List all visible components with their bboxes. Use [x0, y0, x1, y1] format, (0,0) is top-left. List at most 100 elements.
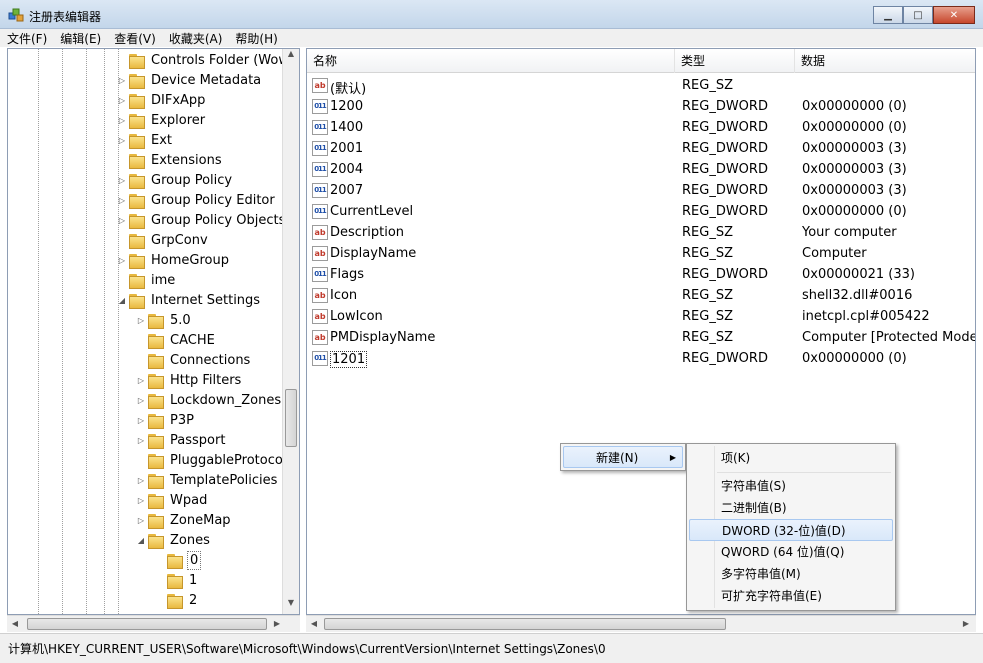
tree-item[interactable]: ▷ Ext	[116, 130, 174, 150]
tree-hscroll-thumb[interactable]	[27, 618, 267, 630]
list-row[interactable]: 011 2001 REG_DWORD 0x00000003 (3)	[307, 138, 975, 159]
expand-icon[interactable]: ▷	[116, 96, 128, 105]
menu-item-new[interactable]: 新建(N) ▶	[563, 446, 683, 468]
tree-item[interactable]: ▷ DIFxApp	[116, 90, 207, 110]
tree-item[interactable]: ◢ Internet Settings	[116, 290, 262, 310]
tree-item[interactable]: ▷ Http Filters	[135, 370, 243, 390]
expand-icon[interactable]: ▷	[135, 416, 147, 425]
tree-item[interactable]: ▷ 5.0	[135, 310, 193, 330]
list-row[interactable]: 011 2007 REG_DWORD 0x00000003 (3)	[307, 180, 975, 201]
menu-view[interactable]: 查看(V)	[114, 30, 156, 47]
column-name[interactable]: 名称	[307, 49, 675, 73]
tree-item[interactable]: Connections	[135, 350, 252, 370]
tree-item[interactable]: ▷ ZoneMap	[135, 510, 233, 530]
scroll-right-icon[interactable]: ▶	[958, 616, 974, 632]
close-button[interactable]: ✕	[933, 6, 975, 24]
tree-item-label: Group Policy Objects	[151, 212, 286, 228]
list-row[interactable]: ab LowIcon REG_SZ inetcpl.cpl#005422	[307, 306, 975, 327]
menu-help[interactable]: 帮助(H)	[235, 30, 277, 47]
tree-item[interactable]: CACHE	[135, 330, 217, 350]
menu-favorites[interactable]: 收藏夹(A)	[169, 30, 223, 47]
expand-icon[interactable]: ▷	[116, 216, 128, 225]
list-row[interactable]: 011 1200 REG_DWORD 0x00000000 (0)	[307, 96, 975, 117]
folder-icon	[148, 533, 164, 549]
maximize-button[interactable]: □	[903, 6, 933, 24]
expand-icon[interactable]: ▷	[116, 136, 128, 145]
expand-icon[interactable]: ▷	[135, 476, 147, 485]
expand-icon[interactable]: ▷	[116, 196, 128, 205]
value-type: REG_DWORD	[682, 162, 768, 177]
list-row[interactable]: 011 1201 REG_DWORD 0x00000000 (0)	[307, 348, 975, 369]
list-hscroll-thumb[interactable]	[324, 618, 726, 630]
tree-item[interactable]: ▷ Lockdown_Zones	[135, 390, 283, 410]
menu-file[interactable]: 文件(F)	[7, 30, 47, 47]
tree-item[interactable]: ▷ TemplatePolicies	[135, 470, 279, 490]
tree-item[interactable]: ime	[116, 270, 177, 290]
expand-icon[interactable]: ▷	[135, 496, 147, 505]
tree-item-label: 5.0	[170, 312, 191, 328]
list-horizontal-scrollbar[interactable]: ◀ ▶	[306, 615, 976, 632]
scroll-left-icon[interactable]: ◀	[306, 616, 322, 632]
column-type[interactable]: 类型	[675, 49, 795, 73]
collapse-icon[interactable]: ◢	[135, 536, 147, 545]
list-row[interactable]: ab PMDisplayName REG_SZ Computer [Protected…	[307, 327, 975, 348]
tree-scroll-thumb[interactable]	[285, 389, 297, 447]
tree-item[interactable]: 2	[154, 590, 199, 610]
tree-item[interactable]: 0	[154, 550, 202, 570]
list-row[interactable]: ab DisplayName REG_SZ Computer	[307, 243, 975, 264]
collapse-icon[interactable]: ◢	[116, 296, 128, 305]
tree-item[interactable]: Controls Folder (Wow6	[116, 50, 299, 70]
tree-item-label: HomeGroup	[151, 252, 229, 268]
list-row[interactable]: 011 CurrentLevel REG_DWORD 0x00000000 (0)	[307, 201, 975, 222]
scroll-left-icon[interactable]: ◀	[7, 616, 23, 632]
expand-icon[interactable]: ▷	[135, 436, 147, 445]
expand-icon[interactable]: ▷	[135, 376, 147, 385]
tree-item[interactable]: 1	[154, 570, 199, 590]
tree-item[interactable]: ▷ Wpad	[135, 490, 209, 510]
submenu-item[interactable]: 可扩充字符串值(E)	[689, 585, 893, 607]
expand-icon[interactable]: ▷	[116, 116, 128, 125]
scroll-down-icon[interactable]: ▼	[283, 598, 299, 614]
list-row[interactable]: 011 1400 REG_DWORD 0x00000000 (0)	[307, 117, 975, 138]
expand-icon[interactable]: ▷	[116, 256, 128, 265]
submenu-item[interactable]: 二进制值(B)	[689, 497, 893, 519]
window-title: 注册表编辑器	[29, 10, 102, 24]
tree-item[interactable]: ▷ Group Policy Objects	[116, 210, 287, 230]
submenu-item[interactable]: DWORD (32-位)值(D)	[689, 519, 893, 541]
submenu-item[interactable]: 多字符串值(M)	[689, 563, 893, 585]
scroll-up-icon[interactable]: ▲	[283, 49, 299, 65]
list-row[interactable]: ab Description REG_SZ Your computer	[307, 222, 975, 243]
folder-icon	[129, 153, 145, 169]
expand-icon[interactable]: ▷	[116, 76, 128, 85]
menu-edit[interactable]: 编辑(E)	[60, 30, 101, 47]
tree-item[interactable]: Extensions	[116, 150, 224, 170]
value-type: REG_SZ	[682, 78, 733, 93]
submenu-item[interactable]: 字符串值(S)	[689, 475, 893, 497]
submenu-item[interactable]: 项(K)	[689, 447, 893, 469]
list-row[interactable]: 011 Flags REG_DWORD 0x00000021 (33)	[307, 264, 975, 285]
tree-item[interactable]: ▷ HomeGroup	[116, 250, 231, 270]
tree-item[interactable]: ◢ Zones	[135, 530, 212, 550]
tree-item[interactable]: ▷ Group Policy Editor	[116, 190, 277, 210]
tree-item[interactable]: ▷ Passport	[135, 430, 227, 450]
tree-item[interactable]: ▷ Group Policy	[116, 170, 234, 190]
tree-item[interactable]: GrpConv	[116, 230, 210, 250]
submenu-item[interactable]: QWORD (64 位)值(Q)	[689, 541, 893, 563]
tree-item[interactable]: ▷ Device Metadata	[116, 70, 263, 90]
tree-item[interactable]: ▷ Explorer	[116, 110, 207, 130]
tree-item[interactable]: ▷ P3P	[135, 410, 196, 430]
tree-item[interactable]: PluggableProtocols	[135, 450, 295, 470]
tree-horizontal-scrollbar[interactable]: ◀ ▶	[7, 615, 300, 632]
expand-icon[interactable]: ▷	[135, 516, 147, 525]
list-row[interactable]: 011 2004 REG_DWORD 0x00000003 (3)	[307, 159, 975, 180]
list-row[interactable]: ab (默认) REG_SZ	[307, 75, 975, 97]
scroll-right-icon[interactable]: ▶	[269, 616, 285, 632]
minimize-button[interactable]: ▁	[873, 6, 903, 24]
tree-vertical-scrollbar[interactable]: ▲ ▼	[282, 49, 299, 614]
column-data[interactable]: 数据	[795, 49, 975, 73]
list-row[interactable]: ab Icon REG_SZ shell32.dll#0016	[307, 285, 975, 306]
expand-icon[interactable]: ▷	[116, 176, 128, 185]
expand-icon[interactable]: ▷	[135, 316, 147, 325]
expand-icon[interactable]: ▷	[135, 396, 147, 405]
registry-tree[interactable]: Controls Folder (Wow6 ▷ Device Metadata ▷ DI…	[7, 48, 300, 615]
